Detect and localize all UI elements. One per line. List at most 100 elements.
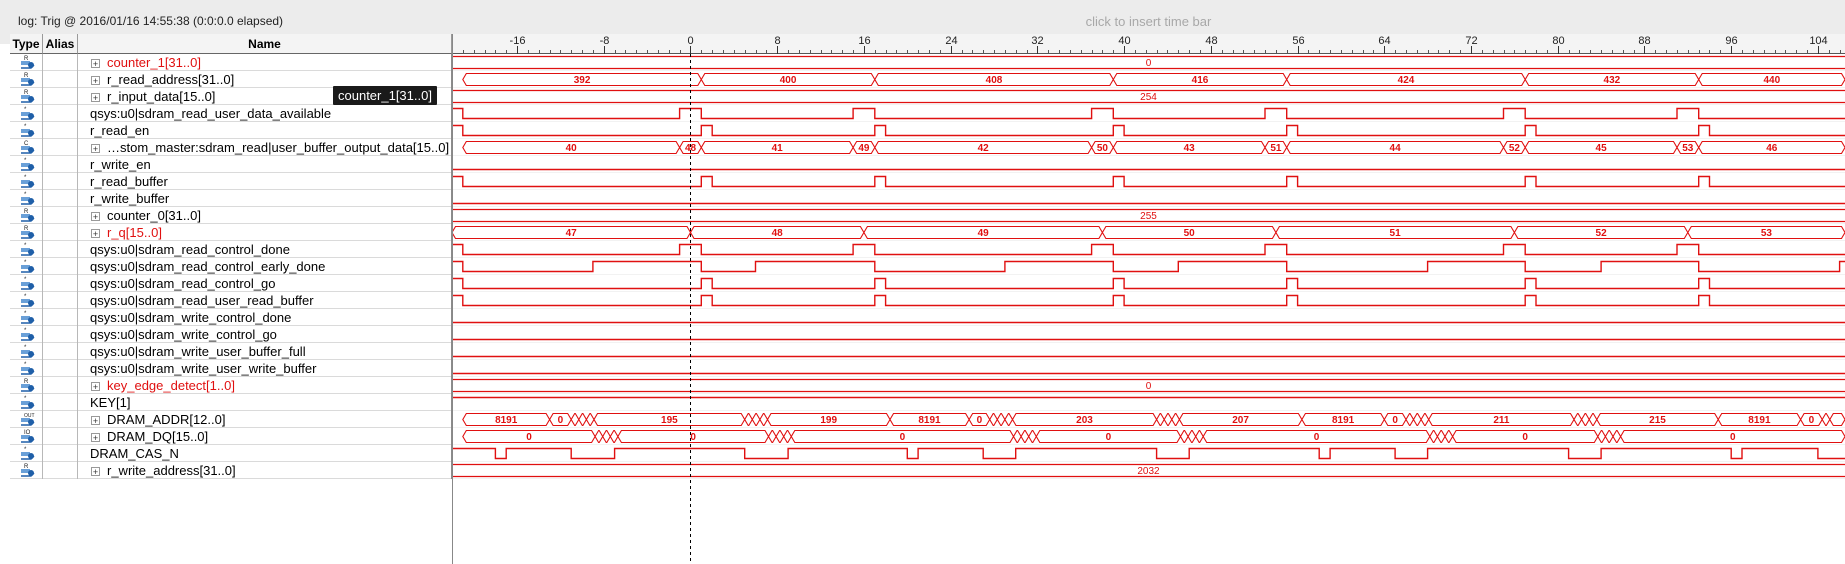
signal-name-cell[interactable]: KEY[1] [78, 394, 452, 411]
signal-alias-cell[interactable] [43, 428, 78, 445]
expand-plus-icon[interactable]: + [91, 93, 100, 103]
signal-alias-cell[interactable] [43, 445, 78, 462]
signal-row[interactable]: * DRAM_CAS_N [10, 445, 452, 462]
expand-plus-icon[interactable]: + [91, 433, 100, 443]
signal-name-cell[interactable]: qsys:u0|sdram_read_user_read_buffer [78, 292, 452, 309]
signal-alias-cell[interactable] [43, 377, 78, 394]
ruler-tick-label: 48 [1205, 35, 1217, 47]
signal-name-cell[interactable]: r_read_buffer [78, 173, 452, 190]
signal-alias-cell[interactable] [43, 462, 78, 479]
signal-alias-cell[interactable] [43, 292, 78, 309]
signal-name-cell[interactable]: qsys:u0|sdram_read_control_early_done [78, 258, 452, 275]
signal-alias-cell[interactable] [43, 360, 78, 377]
bus-segment [570, 412, 580, 427]
bit-waveform [452, 447, 1845, 460]
output-node-icon: OUT [21, 413, 35, 426]
signal-alias-cell[interactable] [43, 241, 78, 258]
signal-alias-cell[interactable] [43, 105, 78, 122]
signal-name-cell[interactable]: + r_q[15..0] [78, 224, 452, 241]
expand-plus-icon[interactable]: + [91, 467, 100, 477]
signal-alias-cell[interactable] [43, 309, 78, 326]
expand-plus-icon[interactable]: + [91, 76, 100, 86]
signal-node-icon: * [21, 345, 35, 358]
signal-row[interactable]: * KEY[1] [10, 394, 452, 411]
expand-plus-icon[interactable]: + [91, 59, 100, 69]
signal-name-cell[interactable]: r_write_en [78, 156, 452, 173]
signal-name-cell[interactable]: + DRAM_DQ[15..0] [78, 428, 452, 445]
signal-name-cell[interactable]: qsys:u0|sdram_write_control_done [78, 309, 452, 326]
signal-row[interactable]: R + counter_0[31..0] [10, 207, 452, 224]
signal-name-cell[interactable]: + key_edge_detect[1..0] [78, 377, 452, 394]
signal-name-cell[interactable]: DRAM_CAS_N [78, 445, 452, 462]
signal-alias-cell[interactable] [43, 275, 78, 292]
log-trigger-text: log: Trig @ 2016/01/16 14:55:38 (0:0:0.0… [18, 14, 284, 28]
signal-row[interactable]: R + counter_1[31..0] [10, 54, 452, 71]
signal-row[interactable]: * qsys:u0|sdram_write_control_go [10, 326, 452, 343]
signal-alias-cell[interactable] [43, 326, 78, 343]
signal-row[interactable]: R + key_edge_detect[1..0] [10, 377, 452, 394]
signal-row[interactable]: R + r_write_address[31..0] [10, 462, 452, 479]
expand-plus-icon[interactable]: + [91, 229, 100, 239]
signal-name-cell[interactable]: qsys:u0|sdram_write_control_go [78, 326, 452, 343]
signal-name-cell[interactable]: qsys:u0|sdram_read_control_go [78, 275, 452, 292]
expand-plus-icon[interactable]: + [91, 212, 100, 222]
expand-plus-icon[interactable]: + [91, 144, 100, 154]
expand-plus-icon[interactable]: + [91, 416, 100, 426]
signal-row[interactable]: * qsys:u0|sdram_write_user_buffer_full [10, 343, 452, 360]
waveform-panel[interactable]: -16 -8 0 8 16 24 32 40 48 56 64 72 80 88 96 1040392 400 4… [452, 34, 1845, 564]
signal-row[interactable]: IO + DRAM_DQ[15..0] [10, 428, 452, 445]
signal-row[interactable]: * r_read_buffer [10, 173, 452, 190]
signal-row[interactable]: * qsys:u0|sdram_write_user_write_buffer [10, 360, 452, 377]
column-header-name[interactable]: Name [78, 34, 452, 54]
signal-alias-cell[interactable] [43, 190, 78, 207]
signal-row[interactable]: * r_write_en [10, 156, 452, 173]
signal-row[interactable]: * qsys:u0|sdram_read_control_early_done [10, 258, 452, 275]
bus-value-label: 8191 [918, 415, 941, 426]
signal-alias-cell[interactable] [43, 156, 78, 173]
time-ruler[interactable] [452, 34, 1845, 54]
signal-alias-cell[interactable] [43, 343, 78, 360]
signal-row[interactable]: * qsys:u0|sdram_read_control_go [10, 275, 452, 292]
signal-alias-cell[interactable] [43, 224, 78, 241]
signal-name-cell[interactable]: qsys:u0|sdram_read_control_done [78, 241, 452, 258]
signal-name-cell[interactable]: qsys:u0|sdram_read_user_data_available [78, 105, 452, 122]
signal-node-icon: * [21, 311, 35, 324]
signal-name-cell[interactable]: qsys:u0|sdram_write_user_write_buffer [78, 360, 452, 377]
column-header-type[interactable]: Type [10, 34, 43, 54]
signal-name-cell[interactable]: + counter_0[31..0] [78, 207, 452, 224]
signal-alias-cell[interactable] [43, 88, 78, 105]
signal-alias-cell[interactable] [43, 411, 78, 428]
signal-alias-cell[interactable] [43, 258, 78, 275]
signal-name-cell[interactable]: qsys:u0|sdram_write_user_buffer_full [78, 343, 452, 360]
signal-alias-cell[interactable] [43, 139, 78, 156]
signal-name-cell[interactable]: + counter_1[31..0] [78, 54, 452, 71]
signal-name-cell[interactable]: r_read_en [78, 122, 452, 139]
signal-row[interactable]: * qsys:u0|sdram_write_control_done [10, 309, 452, 326]
signal-name-cell[interactable]: + …stom_master:sdram_read|user_buffer_out… [78, 139, 452, 156]
signal-row[interactable]: * r_write_buffer [10, 190, 452, 207]
signal-alias-cell[interactable] [43, 122, 78, 139]
signal-name-label: …stom_master:sdram_read|user_buffer_outp… [107, 140, 450, 155]
signal-alias-cell[interactable] [43, 71, 78, 88]
signal-name-cell[interactable]: + DRAM_ADDR[12..0] [78, 411, 452, 428]
bus-value-label: 8191 [1332, 415, 1355, 426]
signal-row[interactable]: * r_read_en [10, 122, 452, 139]
signal-alias-cell[interactable] [43, 54, 78, 71]
signal-type-cell: IO [10, 428, 43, 445]
bit-waveform [452, 107, 1845, 120]
signal-row[interactable]: * qsys:u0|sdram_read_user_read_buffer [10, 292, 452, 309]
signal-alias-cell[interactable] [43, 394, 78, 411]
signal-row[interactable]: * qsys:u0|sdram_read_control_done [10, 241, 452, 258]
signal-row[interactable]: C + …stom_master:sdram_read|user_buffer_ou… [10, 139, 452, 156]
signal-row[interactable]: OUT + DRAM_ADDR[12..0] [10, 411, 452, 428]
signal-alias-cell[interactable] [43, 207, 78, 224]
signal-name-label: qsys:u0|sdram_write_user_write_buffer [90, 361, 317, 376]
signal-row[interactable]: R + r_q[15..0] [10, 224, 452, 241]
expand-plus-icon[interactable]: + [91, 382, 100, 392]
signal-name-cell[interactable]: r_write_buffer [78, 190, 452, 207]
signal-row[interactable]: * qsys:u0|sdram_read_user_data_available [10, 105, 452, 122]
column-header-alias[interactable]: Alias [43, 34, 78, 54]
signal-alias-cell[interactable] [43, 173, 78, 190]
signal-name-cell[interactable]: + r_write_address[31..0] [78, 462, 452, 479]
bus-value-label: 49 [978, 228, 990, 239]
